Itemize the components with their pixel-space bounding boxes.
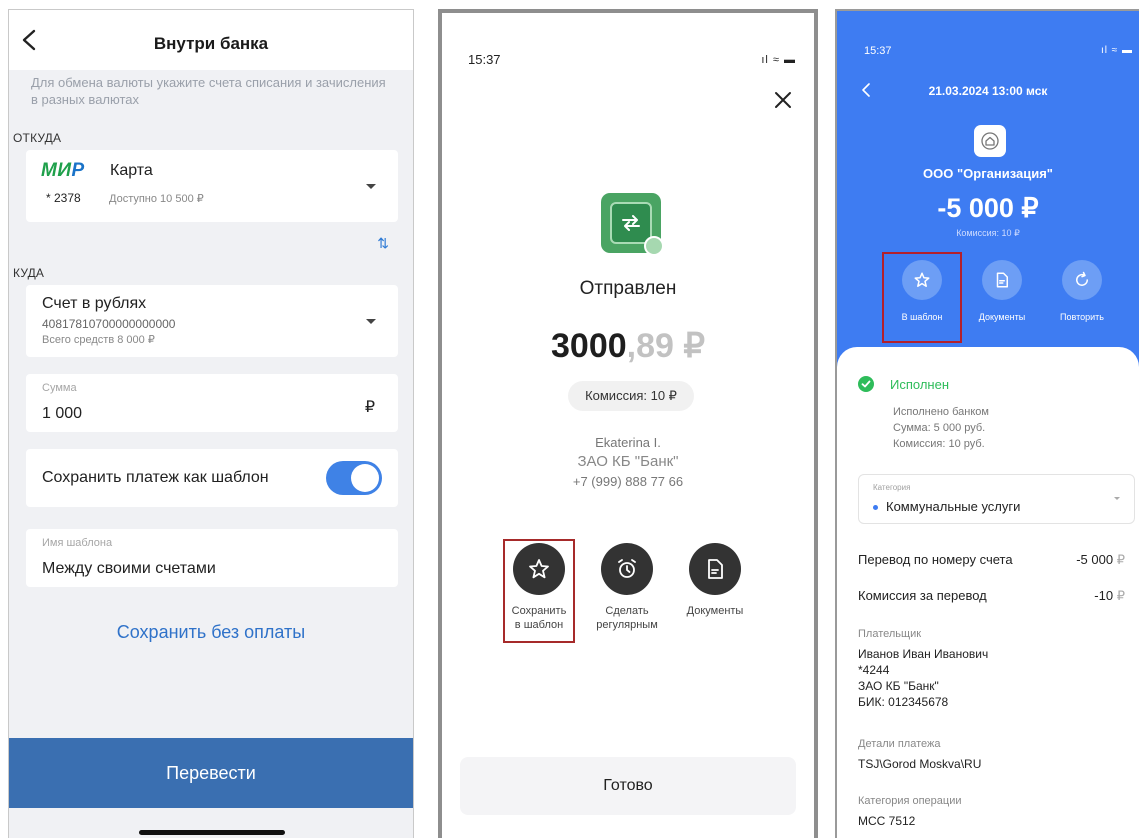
save-template-row: Сохранить платеж как шаблон xyxy=(26,449,398,507)
amount: 3000,89 ₽ xyxy=(551,327,705,365)
payer-bik: БИК: 012345678 xyxy=(858,695,949,709)
fee-badge: Комиссия: 10 ₽ xyxy=(568,381,694,411)
status-executed: Исполнен xyxy=(890,377,950,392)
mir-logo: МИР xyxy=(41,160,85,181)
template-name-label: Имя шаблона xyxy=(42,537,113,549)
op-category-value: МСС 7512 xyxy=(858,814,916,828)
transfer-icon xyxy=(601,193,664,256)
transfer-button[interactable]: Перевести xyxy=(9,738,413,808)
payer-bank: ЗАО КБ "Банк" xyxy=(858,679,939,693)
from-card-selector[interactable]: МИР Карта * 2378 Доступно 10 500 ₽ xyxy=(26,150,398,222)
make-regular-action[interactable]: Сделать регулярным xyxy=(582,543,672,632)
status-title: Отправлен xyxy=(579,278,677,299)
fee-row-label: Комиссия за перевод xyxy=(858,588,987,603)
operation-date: 21.03.2024 13:00 мск xyxy=(928,84,1048,98)
document-icon xyxy=(996,272,1008,288)
repeat-icon xyxy=(1076,271,1088,286)
account-number: 40817810700000000000 xyxy=(42,317,176,331)
swap-icon[interactable]: ⇅ xyxy=(377,235,389,252)
account-name: Счет в рублях xyxy=(42,295,147,312)
operation-details-screen: 15:37 ıl ≈ ▬ 21.03.2024 13:00 мск ООО "О… xyxy=(835,9,1139,838)
documents-action[interactable]: Документы xyxy=(962,260,1042,322)
transfer-sent-screen: 15:37 ıl ≈ ▬ Отправлен 3000,89 ₽ Комисси… xyxy=(438,9,818,838)
template-name-value: Между своими счетами xyxy=(42,560,216,577)
card-name: Карта xyxy=(110,162,153,179)
currency-hint: Для обмена валюты укажите счета списания… xyxy=(31,75,386,107)
status-time: 15:37 xyxy=(468,52,501,67)
save-template-label: Сохранить платеж как шаблон xyxy=(42,469,269,486)
fee-line: Комиссия: 10 руб. xyxy=(893,438,985,450)
alarm-clock-icon xyxy=(618,559,636,578)
done-button[interactable]: Готово xyxy=(460,757,796,815)
details-value: TSJ\Gorod Moskva\RU xyxy=(858,757,982,771)
save-template-toggle[interactable] xyxy=(326,461,382,495)
amount-value: 1 000 xyxy=(42,405,83,422)
details-label: Детали платежа xyxy=(858,738,941,750)
recipient-phone: +7 (999) 888 77 66 xyxy=(572,474,684,489)
chevron-down-icon xyxy=(1114,497,1120,500)
chevron-down-icon xyxy=(366,319,376,324)
repeat-action[interactable]: Повторить xyxy=(1042,260,1122,322)
close-icon[interactable] xyxy=(773,90,793,110)
category-selector[interactable]: Категория Коммунальные услуги xyxy=(858,474,1135,524)
to-label: КУДА xyxy=(13,266,45,280)
fee-row-value: -10 ₽ xyxy=(1094,588,1125,603)
transfer-row-label: Перевод по номеру счета xyxy=(858,552,1013,567)
card-mask: * 2378 xyxy=(46,191,81,205)
chevron-down-icon xyxy=(366,184,376,189)
documents-action[interactable]: Документы xyxy=(670,543,760,618)
currency-symbol: ₽ xyxy=(364,399,375,416)
payer-label: Плательщик xyxy=(858,628,922,640)
template-name-field[interactable]: Имя шаблона Между своими счетами xyxy=(26,529,398,587)
page-title: Внутри банка xyxy=(153,34,269,53)
amount-field[interactable]: Сумма 1 000 ₽ xyxy=(26,374,398,432)
status-bar-icons: ıl ≈ ▬ xyxy=(1100,45,1133,56)
highlight-frame xyxy=(503,539,575,643)
organization-icon xyxy=(974,125,1006,157)
sum-line: Сумма: 5 000 руб. xyxy=(893,422,986,434)
highlight-frame xyxy=(882,252,962,343)
to-account-selector[interactable]: Счет в рублях 40817810700000000000 Всего… xyxy=(26,285,398,357)
save-without-payment-link[interactable]: Сохранить без оплаты xyxy=(9,622,413,643)
document-icon xyxy=(708,559,723,579)
checkmark-icon xyxy=(858,376,874,392)
account-balance: Всего средств 8 000 ₽ xyxy=(42,334,155,346)
transfer-row-value: -5 000 ₽ xyxy=(1076,552,1125,567)
home-icon xyxy=(981,132,999,150)
operation-fee: Комиссия: 10 ₽ xyxy=(956,228,1020,238)
amount-label: Сумма xyxy=(42,382,77,394)
operation-amount: -5 000 ₽ xyxy=(937,193,1039,223)
recipient-bank: ЗАО КБ "Банк" xyxy=(577,453,679,470)
transfer-form-screen: Внутри банка Для обмена валюты укажите с… xyxy=(8,9,414,838)
payer-card: *4244 xyxy=(858,663,890,677)
status-bar-icons: ıl ≈ ▬ xyxy=(761,54,796,66)
header: Внутри банка xyxy=(9,10,413,70)
from-label: ОТКУДА xyxy=(13,131,62,145)
recipient-name: Ekaterina I. xyxy=(595,435,661,450)
card-available: Доступно 10 500 ₽ xyxy=(109,193,204,205)
op-category-label: Категория операции xyxy=(858,795,962,807)
payer-name: Иванов Иван Иванович xyxy=(858,647,989,661)
executed-by: Исполнено банком xyxy=(893,406,989,418)
organization-name: ООО "Организация" xyxy=(923,166,1053,181)
status-time: 15:37 xyxy=(864,45,892,57)
home-indicator xyxy=(139,830,285,835)
